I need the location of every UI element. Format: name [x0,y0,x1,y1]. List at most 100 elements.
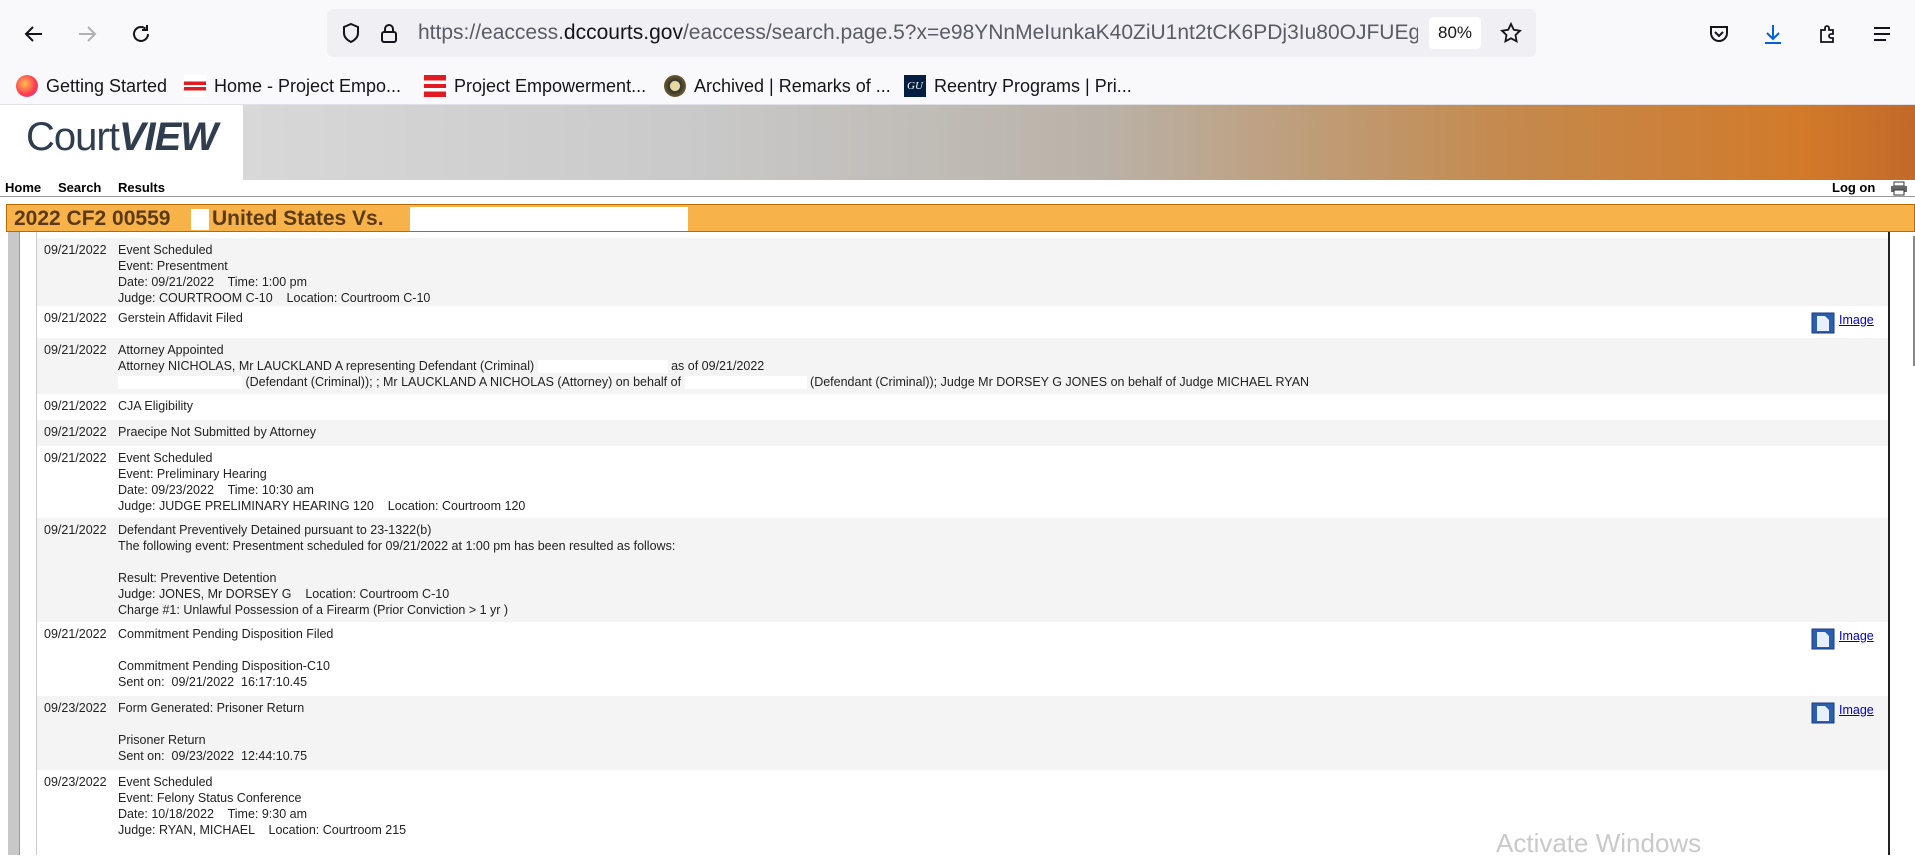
entry-text: Commitment Pending Disposition Filed Com… [118,626,1798,690]
image-link[interactable]: Image [1811,628,1874,650]
bookmark-label: Getting Started [46,75,168,96]
docket-entry: 09/21/2022 Commitment Pending Dispositio… [37,622,1888,696]
star-icon[interactable] [1499,21,1523,45]
entry-line: Praecipe Not Submitted by Attorney [118,425,317,439]
redaction-block [684,376,807,390]
nav-search-link[interactable]: Search [58,180,101,195]
nav-results-link[interactable]: Results [118,180,165,195]
entry-date: 09/21/2022 [44,343,107,357]
activate-windows-watermark: Activate Windows [1496,828,1702,858]
scrollbar[interactable] [1888,232,1915,855]
address-bar[interactable]: https://eaccess.dccourts.gov/eaccess/sea… [327,9,1536,57]
pocket-icon [1710,26,1728,42]
entry-line: Commitment Pending Disposition-C10 [118,659,330,673]
logon-link[interactable]: Log on [1832,180,1875,195]
entry-line: Event Scheduled [118,451,213,465]
case-parties: United States Vs. [212,207,384,230]
bookmark-archived-remarks[interactable]: Archived | Remarks of ... [664,72,891,100]
url-text[interactable]: https://eaccess.dccourts.gov/eaccess/sea… [418,21,1418,45]
docket-entry: 09/21/2022 Event Scheduled Event: Presen… [37,238,1888,306]
forward-arrow-icon [79,26,97,42]
entry-line: Attorney NICHOLAS, Mr LAUCKLAND A repres… [118,358,1798,374]
entry-line: Event: Felony Status Conference [118,791,302,805]
redaction-block [118,376,242,390]
bookmarks-toolbar: Getting Started Home - Project Empo... P… [0,66,1915,105]
seal-icon [664,75,686,97]
attorney-text: (Defendant (Criminal)); ; Mr LAUCKLAND A… [245,375,682,389]
entry-text: Form Generated: Prisoner Return Prisoner… [118,700,1798,764]
image-link-text[interactable]: Image [1839,312,1874,328]
attorney-date-text: as of 09/21/2022 [671,359,765,373]
entry-line [118,642,1798,658]
image-link[interactable]: Image [1811,702,1874,724]
docket-entry: 09/21/2022 Praecipe Not Submitted by Att… [37,420,1888,446]
entry-line: Judge: JONES, Mr DORSEY G Location: Cour… [118,587,450,601]
pocket-button[interactable] [1702,17,1736,51]
site-banner: CourtVIEW [0,105,1915,180]
entry-date: 09/23/2022 [44,701,107,715]
bookmark-home-project-empowerment[interactable]: Home - Project Empo... [184,72,401,100]
entry-date: 09/21/2022 [44,311,107,325]
document-icon[interactable] [1811,312,1835,334]
entry-line: Sent on: 09/23/2022 12:44:10.75 [118,749,308,763]
redaction-block [537,360,668,374]
entry-text: Praecipe Not Submitted by Attorney [118,424,1798,440]
lock-icon[interactable] [377,21,401,45]
back-button[interactable] [17,17,51,51]
docket-entry-attorney-appointed: 09/21/2022 Attorney Appointed Attorney N… [37,338,1888,394]
image-link-text[interactable]: Image [1839,702,1874,718]
bookmark-getting-started[interactable]: Getting Started [16,72,167,100]
entry-text: Defendant Preventively Detained pursuant… [118,522,1798,618]
docket-entry: 09/21/2022 CJA Eligibility [37,394,1888,420]
entry-date: 09/21/2022 [44,243,107,257]
url-prefix: https://eaccess. [418,21,564,44]
hamburger-menu-icon [1874,27,1890,41]
site-nav: Home Search Results Log on [0,180,1915,197]
dc-flag-icon [424,75,446,97]
redaction-block [410,207,688,231]
document-icon[interactable] [1811,702,1835,724]
bookmark-project-empowerment[interactable]: Project Empowerment... [424,72,646,100]
zoom-level-button[interactable]: 80% [1429,17,1481,49]
url-domain: dccourts.gov [563,21,683,44]
extensions-button[interactable] [1811,17,1845,51]
docket-entry: 09/23/2022 Form Generated: Prisoner Retu… [37,696,1888,770]
menu-button[interactable] [1865,17,1899,51]
redaction-block [191,209,209,230]
entry-line: Judge: JUDGE PRELIMINARY HEARING 120 Loc… [118,499,526,513]
image-link-text[interactable]: Image [1839,628,1874,644]
entry-line: Form Generated: Prisoner Return [118,701,305,715]
document-icon[interactable] [1811,628,1835,650]
entry-line: CJA Eligibility [118,399,194,413]
dc-flag-icon [184,75,206,97]
entry-text: CJA Eligibility [118,398,1798,414]
entry-line: Event Scheduled [118,243,213,257]
entry-text: Attorney Appointed Attorney NICHOLAS, Mr… [118,342,1798,390]
entry-line: (Defendant (Criminal)); ; Mr LAUCKLAND A… [118,374,1798,390]
entry-line: Charge #1: Unlawful Possession of a Fire… [118,603,509,617]
print-icon[interactable] [1890,181,1908,196]
nav-home-link[interactable]: Home [5,180,41,195]
entry-text: Gerstein Affidavit Filed [118,310,1798,326]
entry-line [118,554,1798,570]
bookmark-reentry-programs[interactable]: GU Reentry Programs | Pri... [904,72,1132,100]
docket-list[interactable]: 09/21/2022 Event Scheduled Event: Presen… [36,232,1888,855]
entry-line: The following event: Presentment schedul… [118,539,676,553]
puzzle-icon [1820,25,1834,43]
browser-toolbar: https://eaccess.dccourts.gov/eaccess/sea… [0,0,1915,66]
entry-line: Event Scheduled [118,775,213,789]
reload-button[interactable] [124,17,158,51]
bookmark-label: Reentry Programs | Pri... [934,75,1132,96]
image-link[interactable]: Image [1811,312,1874,334]
entry-line: Date: 09/21/2022 Time: 1:00 pm [118,275,308,289]
entry-date: 09/21/2022 [44,425,107,439]
entry-line: Sent on: 09/21/2022 16:17:10.45 [118,675,308,689]
downloads-button[interactable] [1756,17,1790,51]
case-header: 2022 CF2 00559 United States Vs. [6,204,1915,232]
entry-line: Defendant Preventively Detained pursuant… [118,523,432,537]
forward-button[interactable] [70,17,104,51]
shield-icon[interactable] [339,21,363,45]
entry-line: Gerstein Affidavit Filed [118,311,243,325]
entry-date: 09/21/2022 [44,627,107,641]
docket-entry: 09/21/2022 Event Scheduled Event: Prelim… [37,446,1888,518]
